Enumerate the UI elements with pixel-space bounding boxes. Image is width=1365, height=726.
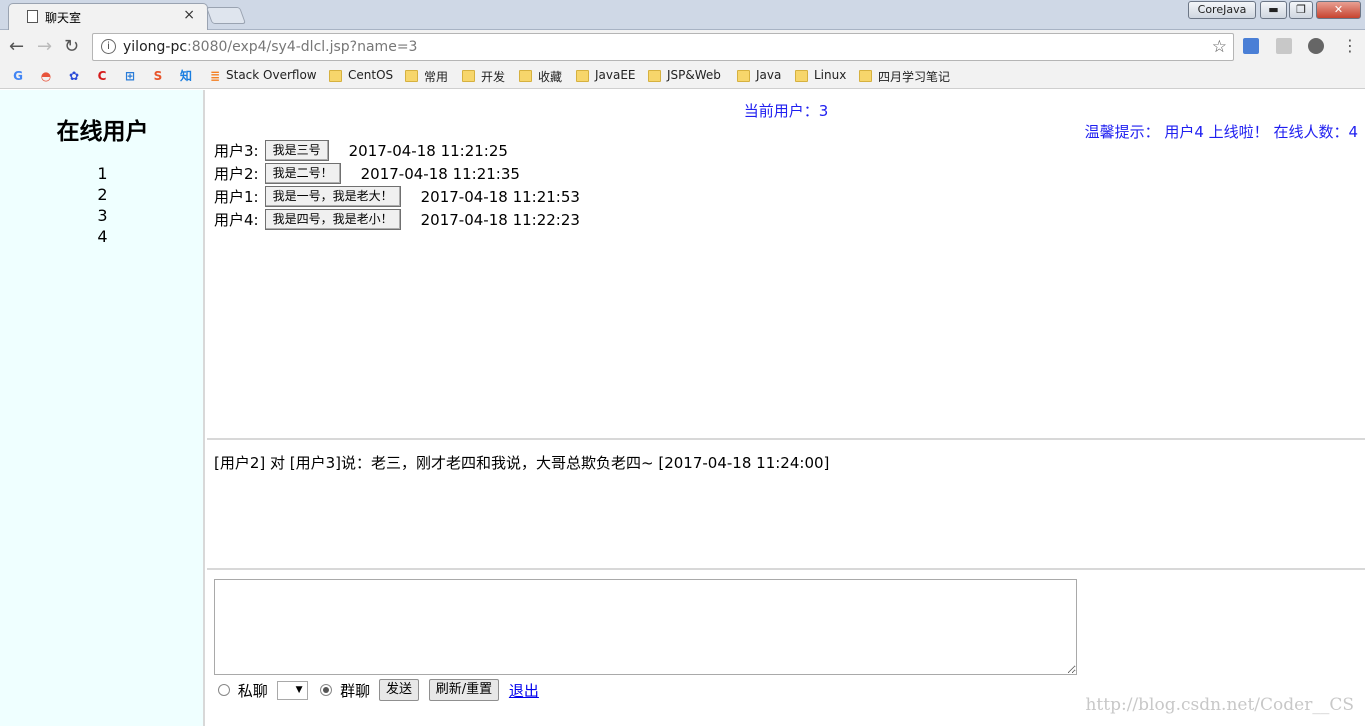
bookmark-label[interactable]: Java [756, 68, 781, 82]
folder-icon[interactable] [329, 70, 342, 82]
bookmark-label[interactable]: JavaEE [595, 68, 636, 82]
watermark: http://blog.csdn.net/Coder__CS [1085, 695, 1354, 715]
private-chat-label: 私聊 [237, 681, 268, 700]
tab-close-icon[interactable]: × [183, 7, 195, 23]
bookmark-label[interactable]: 常用 [424, 68, 448, 85]
folder-icon[interactable] [737, 70, 750, 82]
folder-icon[interactable] [576, 70, 589, 82]
message-bubble[interactable]: 我是二号！ [264, 163, 341, 184]
recipient-select[interactable]: ▼ [276, 680, 308, 700]
bookmark-label[interactable]: 四月学习笔记 [878, 68, 950, 85]
menu-kebab-icon[interactable]: ⋮ [1342, 36, 1358, 55]
url-text[interactable]: yilong-pc:8080/exp4/sy4-dlcl.jsp?name=3 [123, 39, 417, 55]
user-list-item: 2 [97, 185, 108, 204]
bookmark-label[interactable]: Linux [814, 68, 846, 82]
dropdown-arrow-icon: ▼ [295, 684, 303, 695]
translate-extension-icon[interactable] [1243, 38, 1259, 54]
browser-toolbar: ← → ↻ i yilong-pc:8080/exp4/sy4-dlcl.jsp… [0, 30, 1365, 64]
folder-icon[interactable] [462, 70, 475, 82]
user-list: 1 2 3 4 [0, 163, 205, 247]
page-icon [27, 10, 38, 23]
address-bar[interactable]: i yilong-pc:8080/exp4/sy4-dlcl.jsp?name=… [92, 33, 1234, 61]
pdf-extension-icon[interactable] [1276, 38, 1292, 54]
baidu-paw-icon[interactable]: ✿ [66, 68, 82, 84]
folder-icon[interactable] [648, 70, 661, 82]
profile-button[interactable]: CoreJava [1188, 1, 1256, 19]
logout-link[interactable]: 退出 [509, 680, 539, 701]
private-message: [用户2] 对 [用户3]说：老三，刚才老四和我说，大哥总欺负老四~ [2017… [214, 454, 830, 472]
private-chat-radio[interactable] [218, 684, 230, 696]
folder-icon[interactable] [795, 70, 808, 82]
message-time: 2017-04-18 11:21:25 [348, 141, 508, 160]
message-row: 用户1: 我是一号，我是老大！ 2017-04-18 11:21:53 [214, 186, 580, 208]
maximize-button[interactable]: ❐ [1289, 1, 1313, 19]
compose-controls: 私聊 ▼ 群聊 发送 刷新/重置 退出 [218, 679, 539, 703]
bookmark-star-icon[interactable]: ☆ [1212, 37, 1227, 57]
url-path: :8080/exp4/sy4-dlcl.jsp?name=3 [187, 39, 418, 55]
online-notice: 温馨提示： 用户4 上线啦！ 在线人数：4 [1084, 123, 1358, 141]
message-bubble[interactable]: 我是四号，我是老小！ [264, 209, 401, 230]
browser-titlebar: 聊天室 × CoreJava ▬ ❐ ✕ [0, 0, 1365, 30]
sidebar-title: 在线用户 [56, 119, 149, 145]
url-host: yilong-pc [123, 39, 188, 55]
message-bubble[interactable]: 我是一号，我是老大！ [264, 186, 401, 207]
stackoverflow-icon[interactable]: ≣ [207, 68, 223, 84]
message-sender: 用户4: [214, 211, 259, 229]
sogou-s-icon[interactable]: S [150, 68, 166, 84]
grid-icon[interactable]: ⊞ [122, 68, 138, 84]
folder-icon[interactable] [405, 70, 418, 82]
csdn-c-icon[interactable]: C [94, 68, 110, 84]
message-time: 2017-04-18 11:21:35 [360, 164, 520, 183]
group-chat-label: 群聊 [340, 681, 371, 700]
private-messages-panel: [用户2] 对 [用户3]说：老三，刚才老四和我说，大哥总欺负老四~ [2017… [207, 442, 1365, 570]
online-users-sidebar: 在线用户 1 2 3 4 [0, 90, 205, 726]
message-sender: 用户3: [214, 142, 259, 160]
rainbow-icon[interactable]: ◓ [38, 68, 54, 84]
public-messages-panel: 当前用户：3 温馨提示： 用户4 上线啦！ 在线人数：4 用户3: 我是三号 201… [207, 90, 1365, 440]
back-arrow-icon[interactable]: ← [9, 36, 24, 57]
info-icon[interactable]: i [101, 39, 116, 54]
forward-arrow-icon[interactable]: → [37, 36, 52, 57]
user-list-item: 4 [97, 227, 108, 246]
folder-icon[interactable] [519, 70, 532, 82]
message-time: 2017-04-18 11:22:23 [420, 210, 580, 229]
bookmarks-bar: G ◓ ✿ C ⊞ S 知 ≣ Stack Overflow CentOS 常用 开发 收藏 JavaEE… [0, 64, 1365, 89]
user-list-item: 1 [97, 164, 108, 183]
current-user-label: 当前用户：3 [743, 102, 829, 120]
tab-chat-room[interactable]: 聊天室 × [8, 3, 208, 30]
message-sender: 用户2: [214, 165, 259, 183]
message-row: 用户4: 我是四号，我是老小！ 2017-04-18 11:22:23 [214, 209, 580, 231]
zhihu-icon[interactable]: 知 [178, 68, 194, 84]
refresh-reset-button[interactable]: 刷新/重置 [428, 679, 500, 701]
bookmark-label[interactable]: 收藏 [538, 68, 562, 85]
folder-icon[interactable] [859, 70, 872, 82]
send-button[interactable]: 发送 [378, 679, 419, 701]
user-list-item: 3 [97, 206, 108, 225]
message-textarea[interactable] [214, 579, 1077, 675]
message-time: 2017-04-18 11:21:53 [420, 187, 580, 206]
message-bubble[interactable]: 我是三号 [264, 140, 329, 161]
message-row: 用户2: 我是二号！ 2017-04-18 11:21:35 [214, 163, 520, 185]
bookmark-label[interactable]: JSP&Web [667, 68, 721, 82]
close-window-button[interactable]: ✕ [1316, 1, 1361, 19]
message-sender: 用户1: [214, 188, 259, 206]
bookmark-label[interactable]: Stack Overflow [226, 68, 317, 82]
extension-icon[interactable] [1308, 38, 1324, 54]
bookmark-label[interactable]: CentOS [348, 68, 393, 82]
bookmark-label[interactable]: 开发 [481, 68, 505, 85]
minimize-button[interactable]: ▬ [1260, 1, 1287, 19]
group-chat-radio[interactable] [320, 684, 333, 696]
message-row: 用户3: 我是三号 2017-04-18 11:21:25 [214, 140, 508, 162]
google-icon[interactable]: G [10, 68, 26, 84]
new-tab-button[interactable] [205, 7, 247, 24]
tab-title: 聊天室 [45, 11, 82, 25]
reload-icon[interactable]: ↻ [64, 36, 79, 57]
